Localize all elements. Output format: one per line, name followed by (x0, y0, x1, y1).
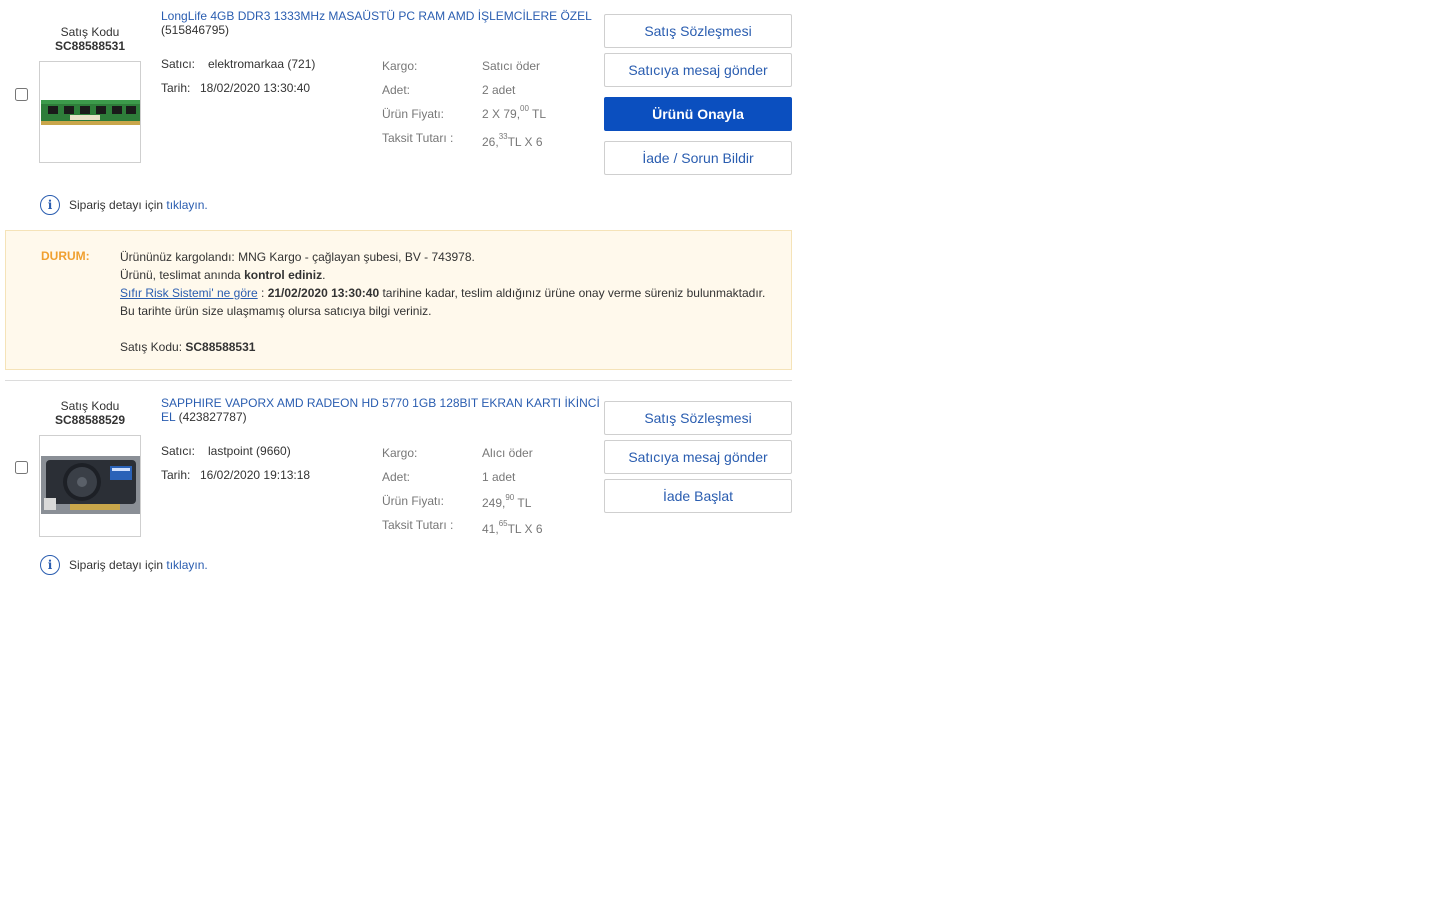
product-title-block: SAPPHIRE VAPORX AMD RADEON HD 5770 1GB 1… (161, 396, 603, 424)
sale-code-value: SC88588529 (54, 413, 126, 427)
sale-code-label: Satış Kodu (60, 25, 120, 39)
date-label: Tarih: (161, 81, 191, 95)
order-select-checkbox[interactable] (15, 88, 28, 101)
price-value: 2 X 79,00 TL (482, 104, 547, 121)
info-icon: i (40, 555, 60, 575)
date-label: Tarih: (161, 468, 191, 482)
quantity-value: 2 adet (482, 83, 516, 97)
installment-label: Taksit Tutarı : (382, 131, 454, 145)
quantity-label: Adet: (382, 83, 411, 97)
ram-module-image (40, 62, 140, 162)
cargo-label: Kargo: (382, 446, 418, 460)
sale-code-label: Satış Kodu (60, 399, 120, 413)
sales-contract-button[interactable]: Satış Sözleşmesi (604, 401, 792, 435)
cargo-value: Satıcı öder (482, 59, 541, 73)
sales-contract-button[interactable]: Satış Sözleşmesi (604, 14, 792, 48)
order-detail-text: Sipariş detayı için (69, 198, 164, 212)
status-shipping-line: Ürününüz kargolandı: MNG Kargo - çağlaya… (120, 250, 475, 264)
message-seller-button[interactable]: Satıcıya mesaj gönder (604, 53, 792, 87)
order-date: 18/02/2020 13:30:40 (200, 81, 311, 95)
price-value: 249,90 TL (482, 493, 532, 510)
product-id: (515846795) (161, 23, 230, 37)
status-deadline-line: Sıfır Risk Sistemi' ne göre : 21/02/2020… (120, 286, 766, 300)
product-thumbnail[interactable] (39, 61, 141, 163)
sale-code-block: Satış Kodu SC88588531 (35, 25, 145, 53)
order-divider (5, 380, 792, 381)
order-detail-text: Sipariş detayı için (69, 558, 164, 572)
info-icon: i (40, 195, 60, 215)
status-message: Ürününüz kargolandı: MNG Kargo - çağlaya… (120, 248, 765, 356)
graphics-card-image (40, 436, 140, 536)
product-title-block: LongLife 4GB DDR3 1333MHz MASAÜSTÜ PC RA… (161, 9, 603, 37)
installment-value: 26,33TL X 6 (482, 132, 543, 149)
order-select-checkbox[interactable] (15, 461, 28, 474)
seller-label: Satıcı: (161, 444, 196, 458)
confirm-product-button[interactable]: Ürünü Onayla (604, 97, 792, 131)
product-id: (423827787) (178, 410, 247, 424)
installment-value: 41,65TL X 6 (482, 519, 543, 536)
price-label: Ürün Fiyatı: (382, 494, 445, 508)
cargo-label: Kargo: (382, 59, 418, 73)
order-detail-row: i Sipariş detayı için tıklayın. (40, 555, 208, 575)
installment-label: Taksit Tutarı : (382, 518, 454, 532)
return-report-button[interactable]: İade / Sorun Bildir (604, 141, 792, 175)
zero-risk-link[interactable]: Sıfır Risk Sistemi' ne göre (120, 286, 258, 300)
seller-label: Satıcı: (161, 57, 196, 71)
order-status-box: DURUM: Ürününüz kargolandı: MNG Kargo - … (5, 230, 792, 370)
seller-link[interactable]: elektromarkaa (721) (208, 57, 315, 71)
product-title-link[interactable]: LongLife 4GB DDR3 1333MHz MASAÜSTÜ PC RA… (161, 9, 592, 23)
status-label: DURUM: (41, 249, 90, 263)
message-seller-button[interactable]: Satıcıya mesaj gönder (604, 440, 792, 474)
order-detail-link[interactable]: tıklayın. (166, 198, 207, 212)
status-warning-line: Bu tarihte ürün size ulaşmamış olursa sa… (120, 304, 432, 318)
sale-code-block: Satış Kodu SC88588529 (35, 399, 145, 427)
product-thumbnail[interactable] (39, 435, 141, 537)
seller-link[interactable]: lastpoint (9660) (208, 444, 291, 458)
quantity-label: Adet: (382, 470, 411, 484)
price-label: Ürün Fiyatı: (382, 107, 445, 121)
status-check-line: Ürünü, teslimat anında kontrol ediniz. (120, 268, 326, 282)
status-sale-code: Satış Kodu: SC88588531 (120, 340, 256, 354)
sale-code-value: SC88588531 (54, 39, 126, 53)
order-detail-link[interactable]: tıklayın. (166, 558, 207, 572)
order-date: 16/02/2020 19:13:18 (200, 468, 311, 482)
start-return-button[interactable]: İade Başlat (604, 479, 792, 513)
cargo-value: Alıcı öder (482, 446, 533, 460)
quantity-value: 1 adet (482, 470, 516, 484)
order-detail-row: i Sipariş detayı için tıklayın. (40, 195, 208, 215)
